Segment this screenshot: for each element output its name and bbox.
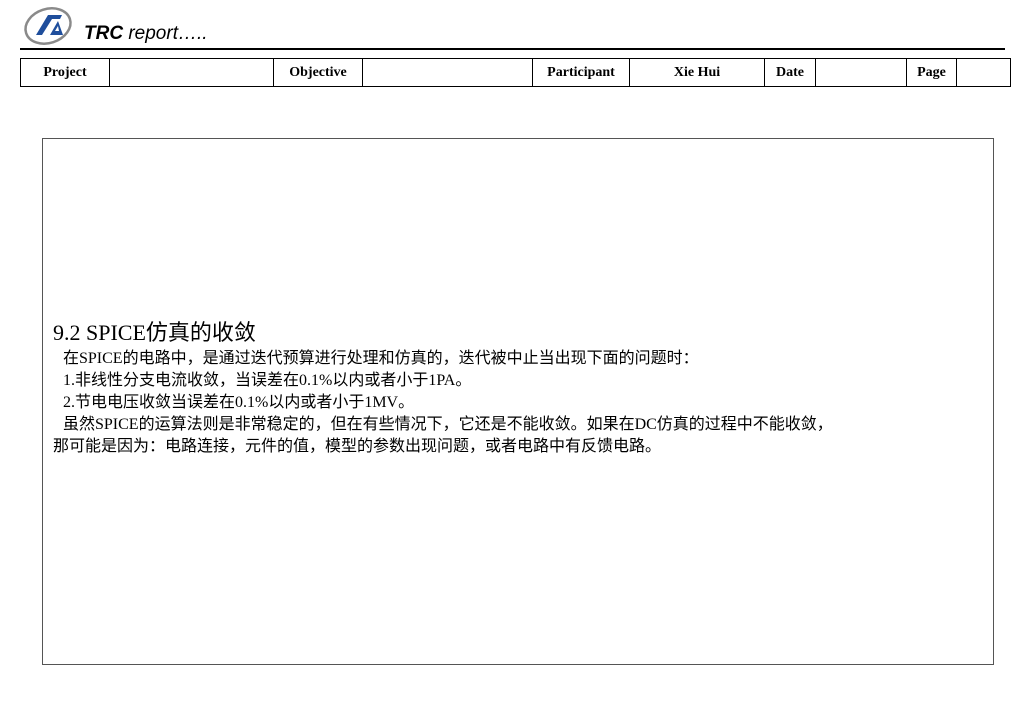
project-value	[109, 58, 274, 87]
objective-label: Objective	[273, 58, 363, 87]
report-title: TRC report…..	[84, 22, 208, 46]
section-heading: 9.2 SPICE仿真的收敛	[53, 320, 256, 345]
participant-value: Xie Hui	[629, 58, 765, 87]
paragraph-convergence-note: 虽然SPICE的运算法则是非常稳定的，但在有些情况下，它还是不能收敛。如果在DC…	[63, 416, 833, 433]
page-label: Page	[906, 58, 957, 87]
date-value	[815, 58, 907, 87]
report-title-suffix: report…..	[123, 23, 208, 44]
ta-logo-icon	[24, 7, 72, 45]
project-label: Project	[20, 58, 110, 87]
date-label: Date	[764, 58, 816, 87]
report-meta-table: Project Objective Participant Xie Hui Da…	[20, 58, 1011, 87]
list-item-branch-current: 1.非线性分支电流收敛，当误差在0.1%以内或者小于1PA。	[63, 372, 472, 389]
paragraph-convergence-causes: 那可能是因为：电路连接，元件的值，模型的参数出现问题，或者电路中有反馈电路。	[53, 438, 662, 455]
meta-row: Project Objective Participant Xie Hui Da…	[20, 58, 1011, 87]
report-brand: TRC	[84, 23, 124, 44]
slide-content-box: 9.2 SPICE仿真的收敛 在SPICE的电路中，是通过迭代预算进行处理和仿真…	[42, 138, 994, 665]
list-item-node-voltage: 2.节电电压收敛当误差在0.1%以内或者小于1MV。	[63, 394, 415, 411]
objective-value	[362, 58, 533, 87]
header-rule	[20, 48, 1005, 50]
page-value	[956, 58, 1011, 87]
paragraph-intro: 在SPICE的电路中，是通过迭代预算进行处理和仿真的，迭代被中止当出现下面的问题…	[63, 350, 699, 367]
participant-label: Participant	[532, 58, 630, 87]
